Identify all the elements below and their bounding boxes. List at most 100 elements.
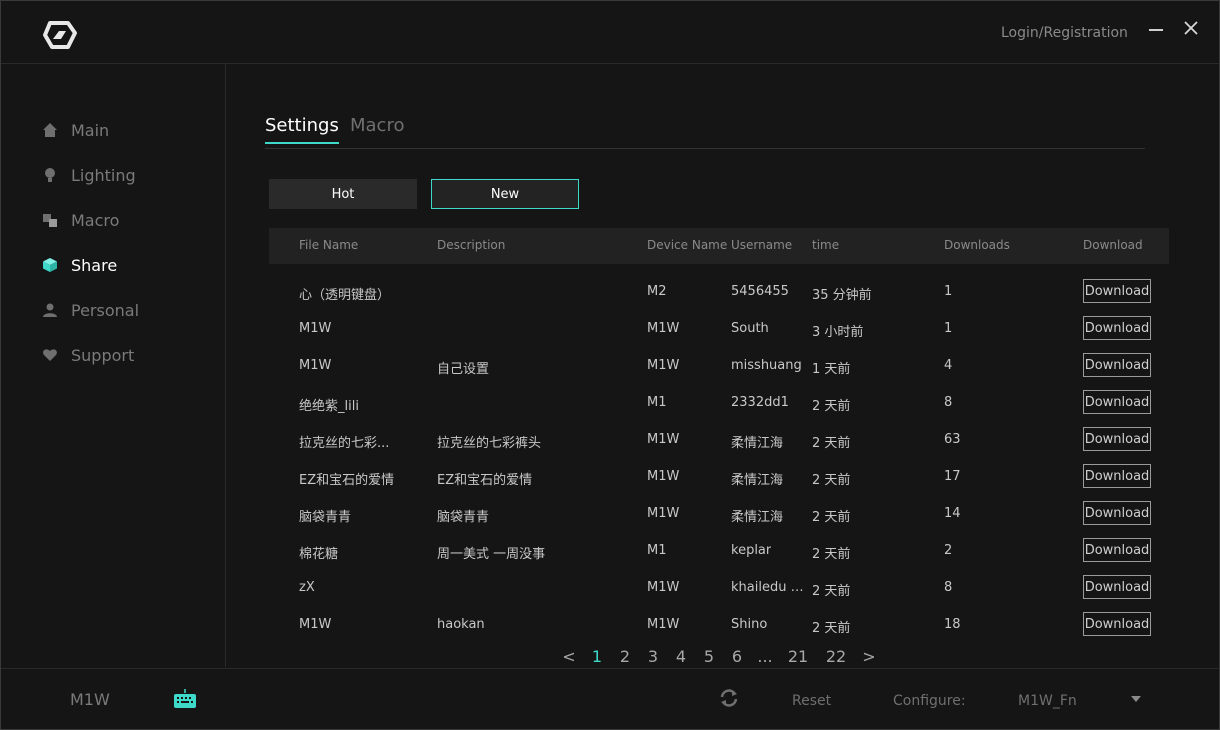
downloads-count: 1 (944, 284, 953, 299)
time-cell: 2 天前 (812, 584, 851, 599)
download-button[interactable]: Download (1083, 501, 1151, 525)
downloads-count: 14 (944, 506, 961, 521)
table-row: 拉克丝的七彩... 拉克丝的七彩裤头 M1W 柔情江海 2 天前 63 Download (269, 421, 1169, 458)
device-cell: M1 (647, 395, 667, 410)
file-name-cell: M1W (299, 617, 332, 632)
macro-icon (41, 211, 59, 229)
username-cell: misshuang (731, 358, 802, 373)
username-cell: 柔情江海 (731, 510, 784, 525)
page-link[interactable]: 22 (823, 647, 849, 666)
new-filter-button[interactable]: New (431, 179, 579, 209)
download-button[interactable]: Download (1083, 390, 1151, 414)
hot-filter-button[interactable]: Hot (269, 179, 417, 209)
table-row: 脑袋青青 脑袋青青 M1W 柔情江海 2 天前 14 Download (269, 495, 1169, 532)
file-name-cell: 拉克丝的七彩... (299, 436, 390, 451)
table-header: File Name Description Device Name Userna… (269, 228, 1169, 264)
sidebar-item-share[interactable]: Share (41, 253, 117, 277)
device-cell: M1W (647, 432, 680, 447)
page-link[interactable]: 3 (645, 647, 661, 666)
time-cell: 35 分钟前 (812, 288, 872, 303)
download-button[interactable]: Download (1083, 538, 1151, 562)
tab-settings[interactable]: Settings (265, 115, 339, 144)
description-cell: 周一美式 一周没事 (437, 547, 546, 562)
sidebar: Main Lighting Macro Share Personal Suppo… (1, 64, 226, 667)
device-cell: M1W (647, 469, 680, 484)
time-cell: 2 天前 (812, 621, 851, 636)
table-row: M1W 自己设置 M1W misshuang 1 天前 4 Download (269, 347, 1169, 384)
page-link[interactable]: 4 (673, 647, 689, 666)
sidebar-item-personal[interactable]: Personal (41, 298, 139, 322)
sidebar-item-label: Support (71, 345, 135, 365)
keyboard-icon[interactable] (173, 687, 197, 711)
bulb-icon (41, 166, 59, 184)
device-cell: M1W (647, 358, 680, 373)
username-cell: 柔情江海 (731, 436, 784, 451)
download-button[interactable]: Download (1083, 612, 1151, 636)
time-cell: 1 天前 (812, 362, 851, 377)
app-window: Login/Registration Main Lighting Macro S… (0, 0, 1220, 730)
sidebar-item-lighting[interactable]: Lighting (41, 163, 136, 187)
download-button[interactable]: Download (1083, 353, 1151, 377)
sidebar-item-label: Macro (71, 210, 120, 230)
time-cell: 2 天前 (812, 399, 851, 414)
minimize-icon[interactable] (1149, 19, 1165, 39)
downloads-count: 8 (944, 395, 953, 410)
downloads-count: 4 (944, 358, 953, 373)
page-link[interactable]: 6 (729, 647, 745, 666)
downloads-count: 18 (944, 617, 961, 632)
footer-bar: M1W Reset Configure: M1W_Fn (1, 668, 1219, 730)
sidebar-item-main[interactable]: Main (41, 118, 109, 142)
next-page-button[interactable]: > (861, 647, 877, 666)
sidebar-item-macro[interactable]: Macro (41, 208, 119, 232)
file-name-cell: EZ和宝石的爱情 (299, 473, 395, 488)
username-cell: 5456455 (731, 284, 789, 299)
column-header: Downloads (944, 238, 1010, 252)
column-header: File Name (299, 238, 359, 252)
time-cell: 2 天前 (812, 510, 851, 525)
username-cell: keplar (731, 543, 772, 558)
page-link[interactable]: 5 (701, 647, 717, 666)
username-cell: 2332dd1 (731, 395, 789, 410)
file-name-cell: 棉花糖 (299, 547, 339, 562)
sidebar-item-support[interactable]: Support (41, 343, 134, 367)
cube-icon (41, 256, 59, 274)
user-icon (41, 301, 59, 319)
config-select[interactable]: M1W_Fn (1018, 693, 1077, 709)
prev-page-button[interactable]: < (561, 647, 577, 666)
close-icon[interactable] (1183, 20, 1201, 38)
chevron-down-icon[interactable] (1131, 696, 1141, 702)
downloads-count: 17 (944, 469, 961, 484)
configure-label: Configure: (893, 693, 966, 709)
username-cell: South (731, 321, 769, 336)
description-cell: 脑袋青青 (437, 510, 490, 525)
login-link[interactable]: Login/Registration (1001, 25, 1128, 41)
downloads-count: 2 (944, 543, 953, 558)
time-cell: 2 天前 (812, 473, 851, 488)
table-row: 心（透明键盘） M2 5456455 35 分钟前 1 Download (269, 273, 1169, 310)
file-name-cell: zX (299, 580, 315, 595)
column-header: Device Name (647, 238, 728, 252)
device-cell: M1W (647, 321, 680, 336)
download-button[interactable]: Download (1083, 427, 1151, 451)
column-header: Description (437, 238, 506, 252)
time-cell: 2 天前 (812, 436, 851, 451)
brand-logo-icon (43, 21, 77, 49)
refresh-icon[interactable] (719, 689, 739, 707)
download-button[interactable]: Download (1083, 279, 1151, 303)
device-cell: M1 (647, 543, 667, 558)
title-bar: Login/Registration (1, 1, 1219, 64)
reset-button[interactable]: Reset (792, 693, 831, 709)
file-name-cell: M1W (299, 358, 332, 373)
time-cell: 3 小时前 (812, 325, 864, 340)
table-row: M1W M1W South 3 小时前 1 Download (269, 310, 1169, 347)
home-icon (41, 121, 59, 139)
download-button[interactable]: Download (1083, 316, 1151, 340)
download-button[interactable]: Download (1083, 575, 1151, 599)
downloads-count: 8 (944, 580, 953, 595)
download-button[interactable]: Download (1083, 464, 1151, 488)
file-name-cell: 绝绝紫_lili (299, 399, 359, 414)
page-link[interactable]: 21 (785, 647, 811, 666)
tab-macro[interactable]: Macro (350, 115, 404, 142)
page-link[interactable]: 1 (589, 647, 605, 666)
page-link[interactable]: 2 (617, 647, 633, 666)
